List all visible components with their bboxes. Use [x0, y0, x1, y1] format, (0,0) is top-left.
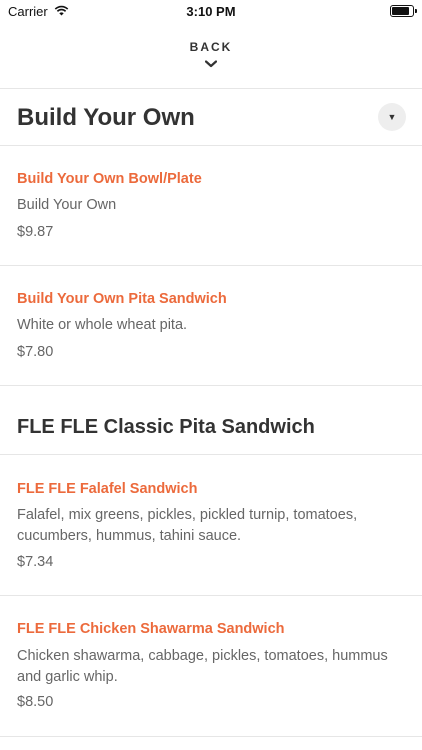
divider	[0, 385, 422, 386]
back-button[interactable]: BACK	[0, 38, 422, 68]
chevron-down-icon	[205, 60, 217, 68]
section-title-classic-pita: FLE FLE Classic Pita Sandwich	[17, 416, 315, 438]
item-description: Build Your Own	[17, 197, 117, 213]
menu-item-falafel-sandwich[interactable]: FLE FLE Falafel Sandwich Falafel, mix gr…	[0, 455, 422, 595]
item-price: $8.50	[17, 694, 54, 710]
section-title-build-your-own: Build Your Own	[17, 104, 195, 131]
item-name: FLE FLE Chicken Shawarma Sandwich	[17, 621, 285, 637]
item-price: $9.87	[17, 224, 54, 240]
battery-icon	[390, 5, 417, 17]
item-description: White or whole wheat pita.	[17, 317, 188, 333]
clock: 3:10 PM	[186, 4, 236, 19]
item-price: $7.80	[17, 344, 54, 360]
menu-item-build-your-own-bowl[interactable]: Build Your Own Bowl/Plate Build Your Own…	[0, 146, 422, 265]
item-name: Build Your Own Pita Sandwich	[17, 291, 227, 307]
item-price: $7.34	[17, 554, 54, 570]
section-toggle-button[interactable]: ▼	[378, 103, 406, 131]
item-description: Chicken shawarma, cabbage, pickles, toma…	[17, 648, 388, 685]
menu-item-chicken-shawarma-sandwich[interactable]: FLE FLE Chicken Shawarma Sandwich Chicke…	[0, 596, 422, 736]
status-bar: Carrier 3:10 PM	[0, 0, 422, 22]
triangle-down-icon: ▼	[387, 112, 397, 122]
item-name: Build Your Own Bowl/Plate	[17, 171, 202, 187]
item-description: Falafel, mix greens, pickles, pickled tu…	[17, 507, 358, 544]
menu-item-build-your-own-pita[interactable]: Build Your Own Pita Sandwich White or wh…	[0, 266, 422, 385]
back-label: BACK	[189, 40, 233, 54]
divider	[0, 736, 422, 737]
item-name: FLE FLE Falafel Sandwich	[17, 481, 198, 497]
divider	[0, 88, 422, 89]
